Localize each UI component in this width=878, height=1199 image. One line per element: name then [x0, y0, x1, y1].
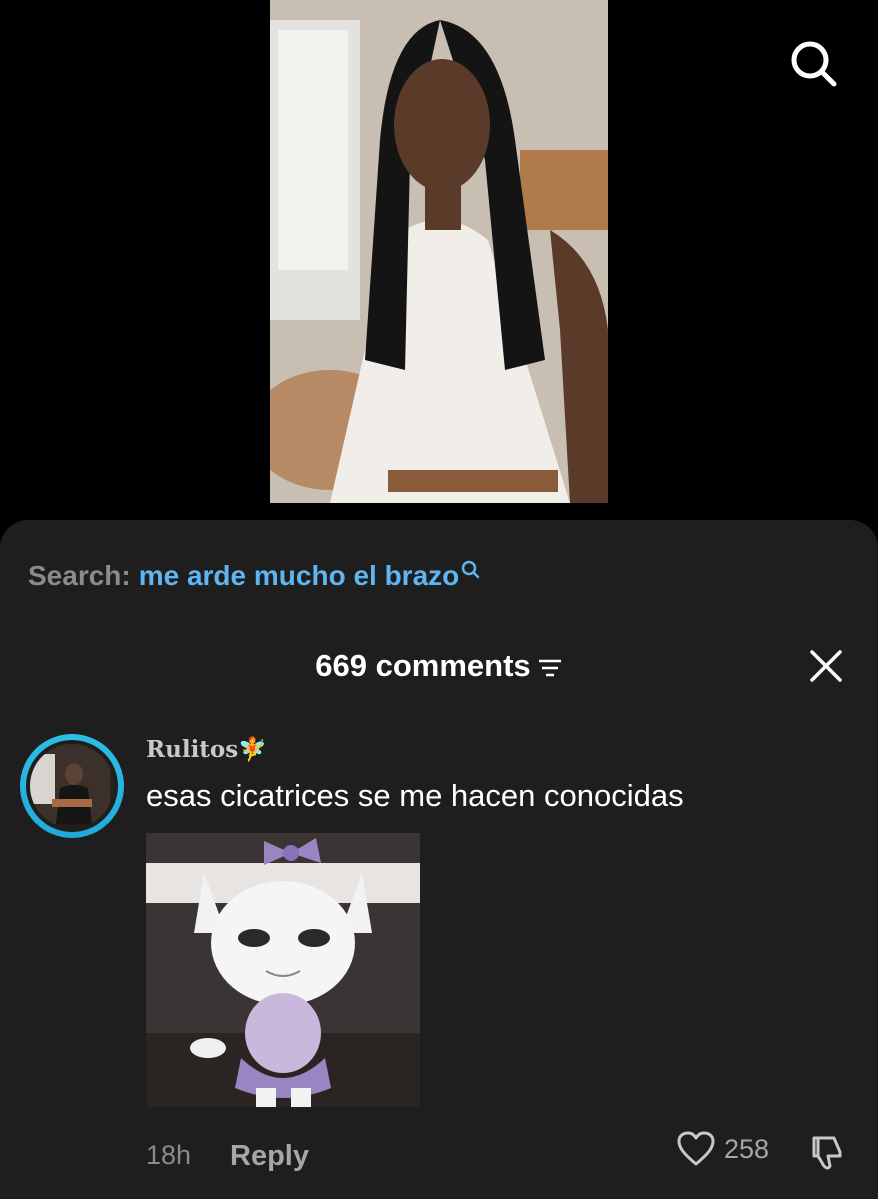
comment-text: esas cicatrices se me hacen conocidas	[146, 778, 684, 813]
avatar-image	[30, 744, 114, 828]
video-player[interactable]	[0, 0, 878, 520]
dislike-icon[interactable]	[806, 1132, 846, 1172]
close-icon[interactable]	[808, 648, 844, 684]
search-prefix: Search:	[28, 560, 131, 591]
sort-filter-icon[interactable]	[537, 657, 563, 679]
heart-icon	[677, 1131, 715, 1166]
comments-count-title: 669 comments	[315, 648, 531, 683]
like-count: 258	[724, 1133, 770, 1164]
video-frame[interactable]	[270, 0, 608, 503]
like-button[interactable]: 258	[676, 1130, 769, 1168]
search-suggestion[interactable]: Search: me arde mucho el brazo	[28, 560, 481, 592]
comment-sticker-image[interactable]	[146, 833, 420, 1107]
comments-header: 669 comments	[0, 648, 878, 684]
comments-sheet: Search: me arde mucho el brazo 669 commen…	[0, 520, 878, 1199]
comment-username[interactable]: Rulitos🧚	[146, 736, 267, 763]
reply-button[interactable]: Reply	[230, 1140, 309, 1173]
avatar[interactable]	[20, 734, 124, 838]
video-thumbnail-image	[270, 0, 608, 503]
search-query-link[interactable]: me arde mucho el brazo	[139, 560, 460, 591]
comment-timestamp: 18h	[146, 1140, 192, 1170]
search-small-icon	[462, 560, 480, 579]
search-icon[interactable]	[788, 38, 840, 90]
